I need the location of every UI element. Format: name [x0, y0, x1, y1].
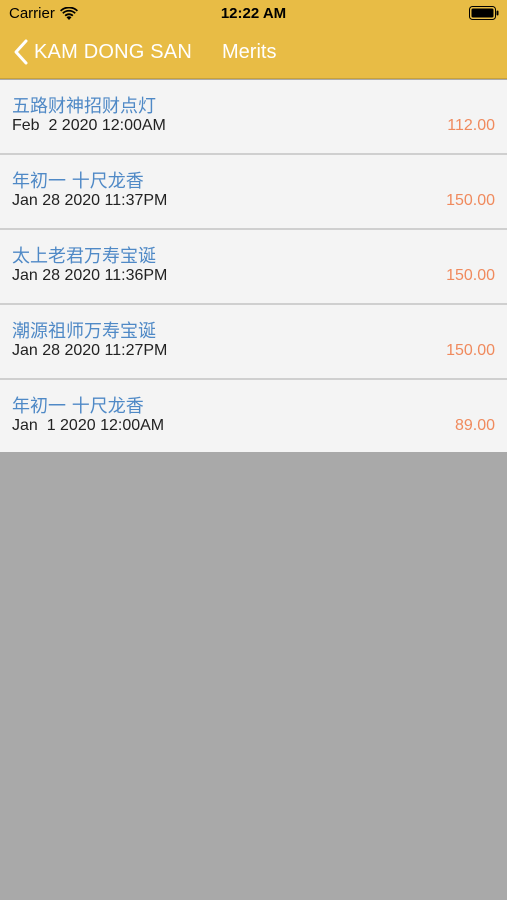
list-item[interactable]: 年初一 十尺龙香 Jan 1 2020 12:00AM 89.00	[0, 380, 507, 453]
back-button[interactable]: KAM DONG SAN	[12, 38, 192, 66]
merit-title: 太上老君万寿宝诞	[12, 246, 156, 267]
status-time: 12:22 AM	[220, 5, 287, 22]
chevron-left-icon	[12, 38, 30, 66]
merit-date: Jan 28 2020 11:37PM	[12, 192, 168, 209]
merit-date: Feb 2 2020 12:00AM	[12, 117, 166, 134]
empty-area	[0, 452, 507, 900]
list-item[interactable]: 潮源祖师万寿宝诞 Jan 28 2020 11:27PM 150.00	[0, 305, 507, 380]
status-bar: Carrier 12:22 AM	[0, 0, 507, 28]
merit-title: 年初一 十尺龙香	[12, 171, 144, 192]
merit-date: Jan 1 2020 12:00AM	[12, 417, 165, 434]
back-label: KAM DONG SAN	[34, 40, 192, 63]
list-item[interactable]: 年初一 十尺龙香 Jan 28 2020 11:37PM 150.00	[0, 155, 507, 230]
merit-title: 年初一 十尺龙香	[12, 396, 144, 417]
list-item[interactable]: 太上老君万寿宝诞 Jan 28 2020 11:36PM 150.00	[0, 230, 507, 305]
merit-amount: 89.00	[454, 417, 495, 434]
navigation-bar: KAM DONG SAN Merits	[0, 28, 507, 78]
merit-amount: 150.00	[446, 192, 495, 209]
page-title: Merits	[222, 41, 277, 63]
list-item[interactable]: 五路财神招财点灯 Feb 2 2020 12:00AM 112.00	[0, 80, 507, 155]
battery-icon	[469, 6, 499, 20]
merit-title: 五路财神招财点灯	[12, 96, 156, 117]
merit-amount: 150.00	[446, 267, 495, 284]
merit-date: Jan 28 2020 11:36PM	[12, 267, 168, 284]
header: Carrier 12:22 AM KAM DONG SAN Merits	[0, 0, 507, 79]
merits-list: 五路财神招财点灯 Feb 2 2020 12:00AM 112.00 年初一 十…	[0, 80, 507, 453]
merit-amount: 150.00	[446, 342, 495, 359]
merit-amount: 112.00	[447, 117, 495, 134]
merit-date: Jan 28 2020 11:27PM	[12, 342, 168, 359]
merit-title: 潮源祖师万寿宝诞	[12, 321, 156, 342]
